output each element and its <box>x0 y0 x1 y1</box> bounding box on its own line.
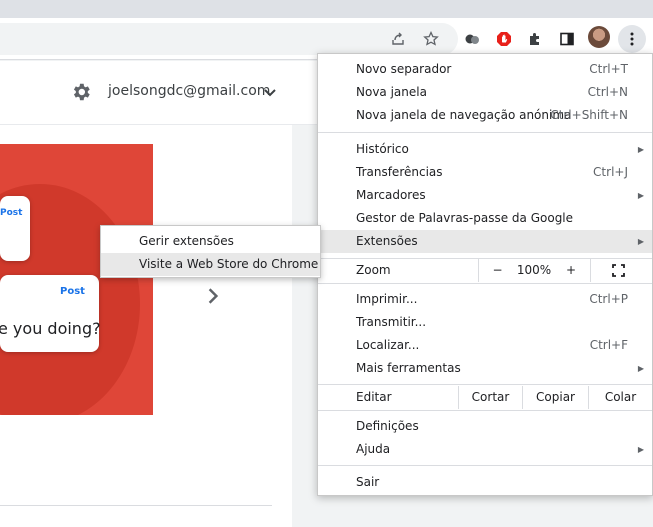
cut-button[interactable]: Cortar <box>458 386 522 409</box>
menu-item-help[interactable]: Ajuda ▶ <box>318 438 652 461</box>
menu-item-new-tab[interactable]: Novo separador Ctrl+T <box>318 58 652 81</box>
submenu-item-manage-extensions[interactable]: Gerir extensões <box>101 230 320 253</box>
extensions-submenu: Gerir extensões Visite a Web Store do Ch… <box>100 225 321 278</box>
divider <box>0 505 272 506</box>
page-header: joelsongdc@gmail.com <box>0 61 317 125</box>
menu-item-downloads[interactable]: Transferências Ctrl+J <box>318 161 652 184</box>
submenu-arrow-icon: ▶ <box>637 364 644 373</box>
submenu-arrow-icon: ▶ <box>637 237 644 246</box>
menu-item-cast[interactable]: Transmitir... <box>318 311 652 334</box>
menu-item-print[interactable]: Imprimir... Ctrl+P <box>318 288 652 311</box>
paste-button[interactable]: Colar <box>588 386 652 409</box>
menu-item-find[interactable]: Localizar... Ctrl+F <box>318 334 652 357</box>
post-card-small: Post <box>0 196 30 261</box>
menu-item-new-window[interactable]: Nova janela Ctrl+N <box>318 81 652 104</box>
submenu-arrow-icon: ▶ <box>637 145 644 154</box>
fullscreen-icon <box>612 264 625 277</box>
submenu-arrow-icon: ▶ <box>637 445 644 454</box>
zoom-out-button[interactable]: − <box>478 259 516 282</box>
share-icon[interactable] <box>386 27 410 51</box>
kebab-icon <box>630 32 634 46</box>
menu-separator <box>318 283 652 284</box>
menu-item-extensions[interactable]: Extensões ▶ <box>318 230 652 253</box>
post-label: Post <box>0 208 23 218</box>
menu-item-bookmarks[interactable]: Marcadores ▶ <box>318 184 652 207</box>
edit-row: Editar Cortar Copiar Colar <box>318 386 652 409</box>
menu-separator <box>318 384 652 385</box>
menu-separator <box>318 465 652 466</box>
menu-separator <box>318 410 652 411</box>
account-email[interactable]: joelsongdc@gmail.com <box>108 83 270 99</box>
tab-strip <box>0 0 653 18</box>
menu-separator <box>318 132 652 133</box>
zoom-row: Zoom − 100% + <box>318 259 652 282</box>
extensions-puzzle-icon[interactable] <box>523 27 547 51</box>
menu-item-settings[interactable]: Definições <box>318 415 652 438</box>
side-panel-icon[interactable] <box>555 27 579 51</box>
adblock-icon[interactable] <box>492 27 516 51</box>
menu-item-more-tools[interactable]: Mais ferramentas ▶ <box>318 357 652 380</box>
profile-avatar[interactable] <box>588 26 610 48</box>
submenu-arrow-icon: ▶ <box>637 191 644 200</box>
copy-button[interactable]: Copiar <box>522 386 588 409</box>
submenu-item-chrome-web-store[interactable]: Visite a Web Store do Chrome <box>101 253 320 276</box>
chevron-right-icon <box>208 288 219 304</box>
post-label: Post <box>60 286 85 297</box>
zoom-level: 100% <box>516 263 552 277</box>
menu-item-exit[interactable]: Sair <box>318 471 652 494</box>
extension-balls-icon[interactable] <box>460 27 484 51</box>
chrome-main-menu: Novo separador Ctrl+T Nova janela Ctrl+N… <box>317 53 653 496</box>
gear-icon[interactable] <box>70 81 92 103</box>
zoom-in-button[interactable]: + <box>552 259 590 282</box>
bookmark-star-icon[interactable] <box>419 27 443 51</box>
menu-item-new-incognito-window[interactable]: Nova janela de navegação anónima Ctrl+Sh… <box>318 104 652 127</box>
chevron-down-icon[interactable] <box>264 88 276 98</box>
menu-item-password-manager[interactable]: Gestor de Palavras-passe da Google <box>318 207 652 230</box>
post-card-large: Post e you doing? <box>0 275 101 352</box>
post-text: e you doing? <box>0 319 101 338</box>
chrome-menu-button[interactable] <box>618 25 646 53</box>
menu-item-history[interactable]: Histórico ▶ <box>318 138 652 161</box>
